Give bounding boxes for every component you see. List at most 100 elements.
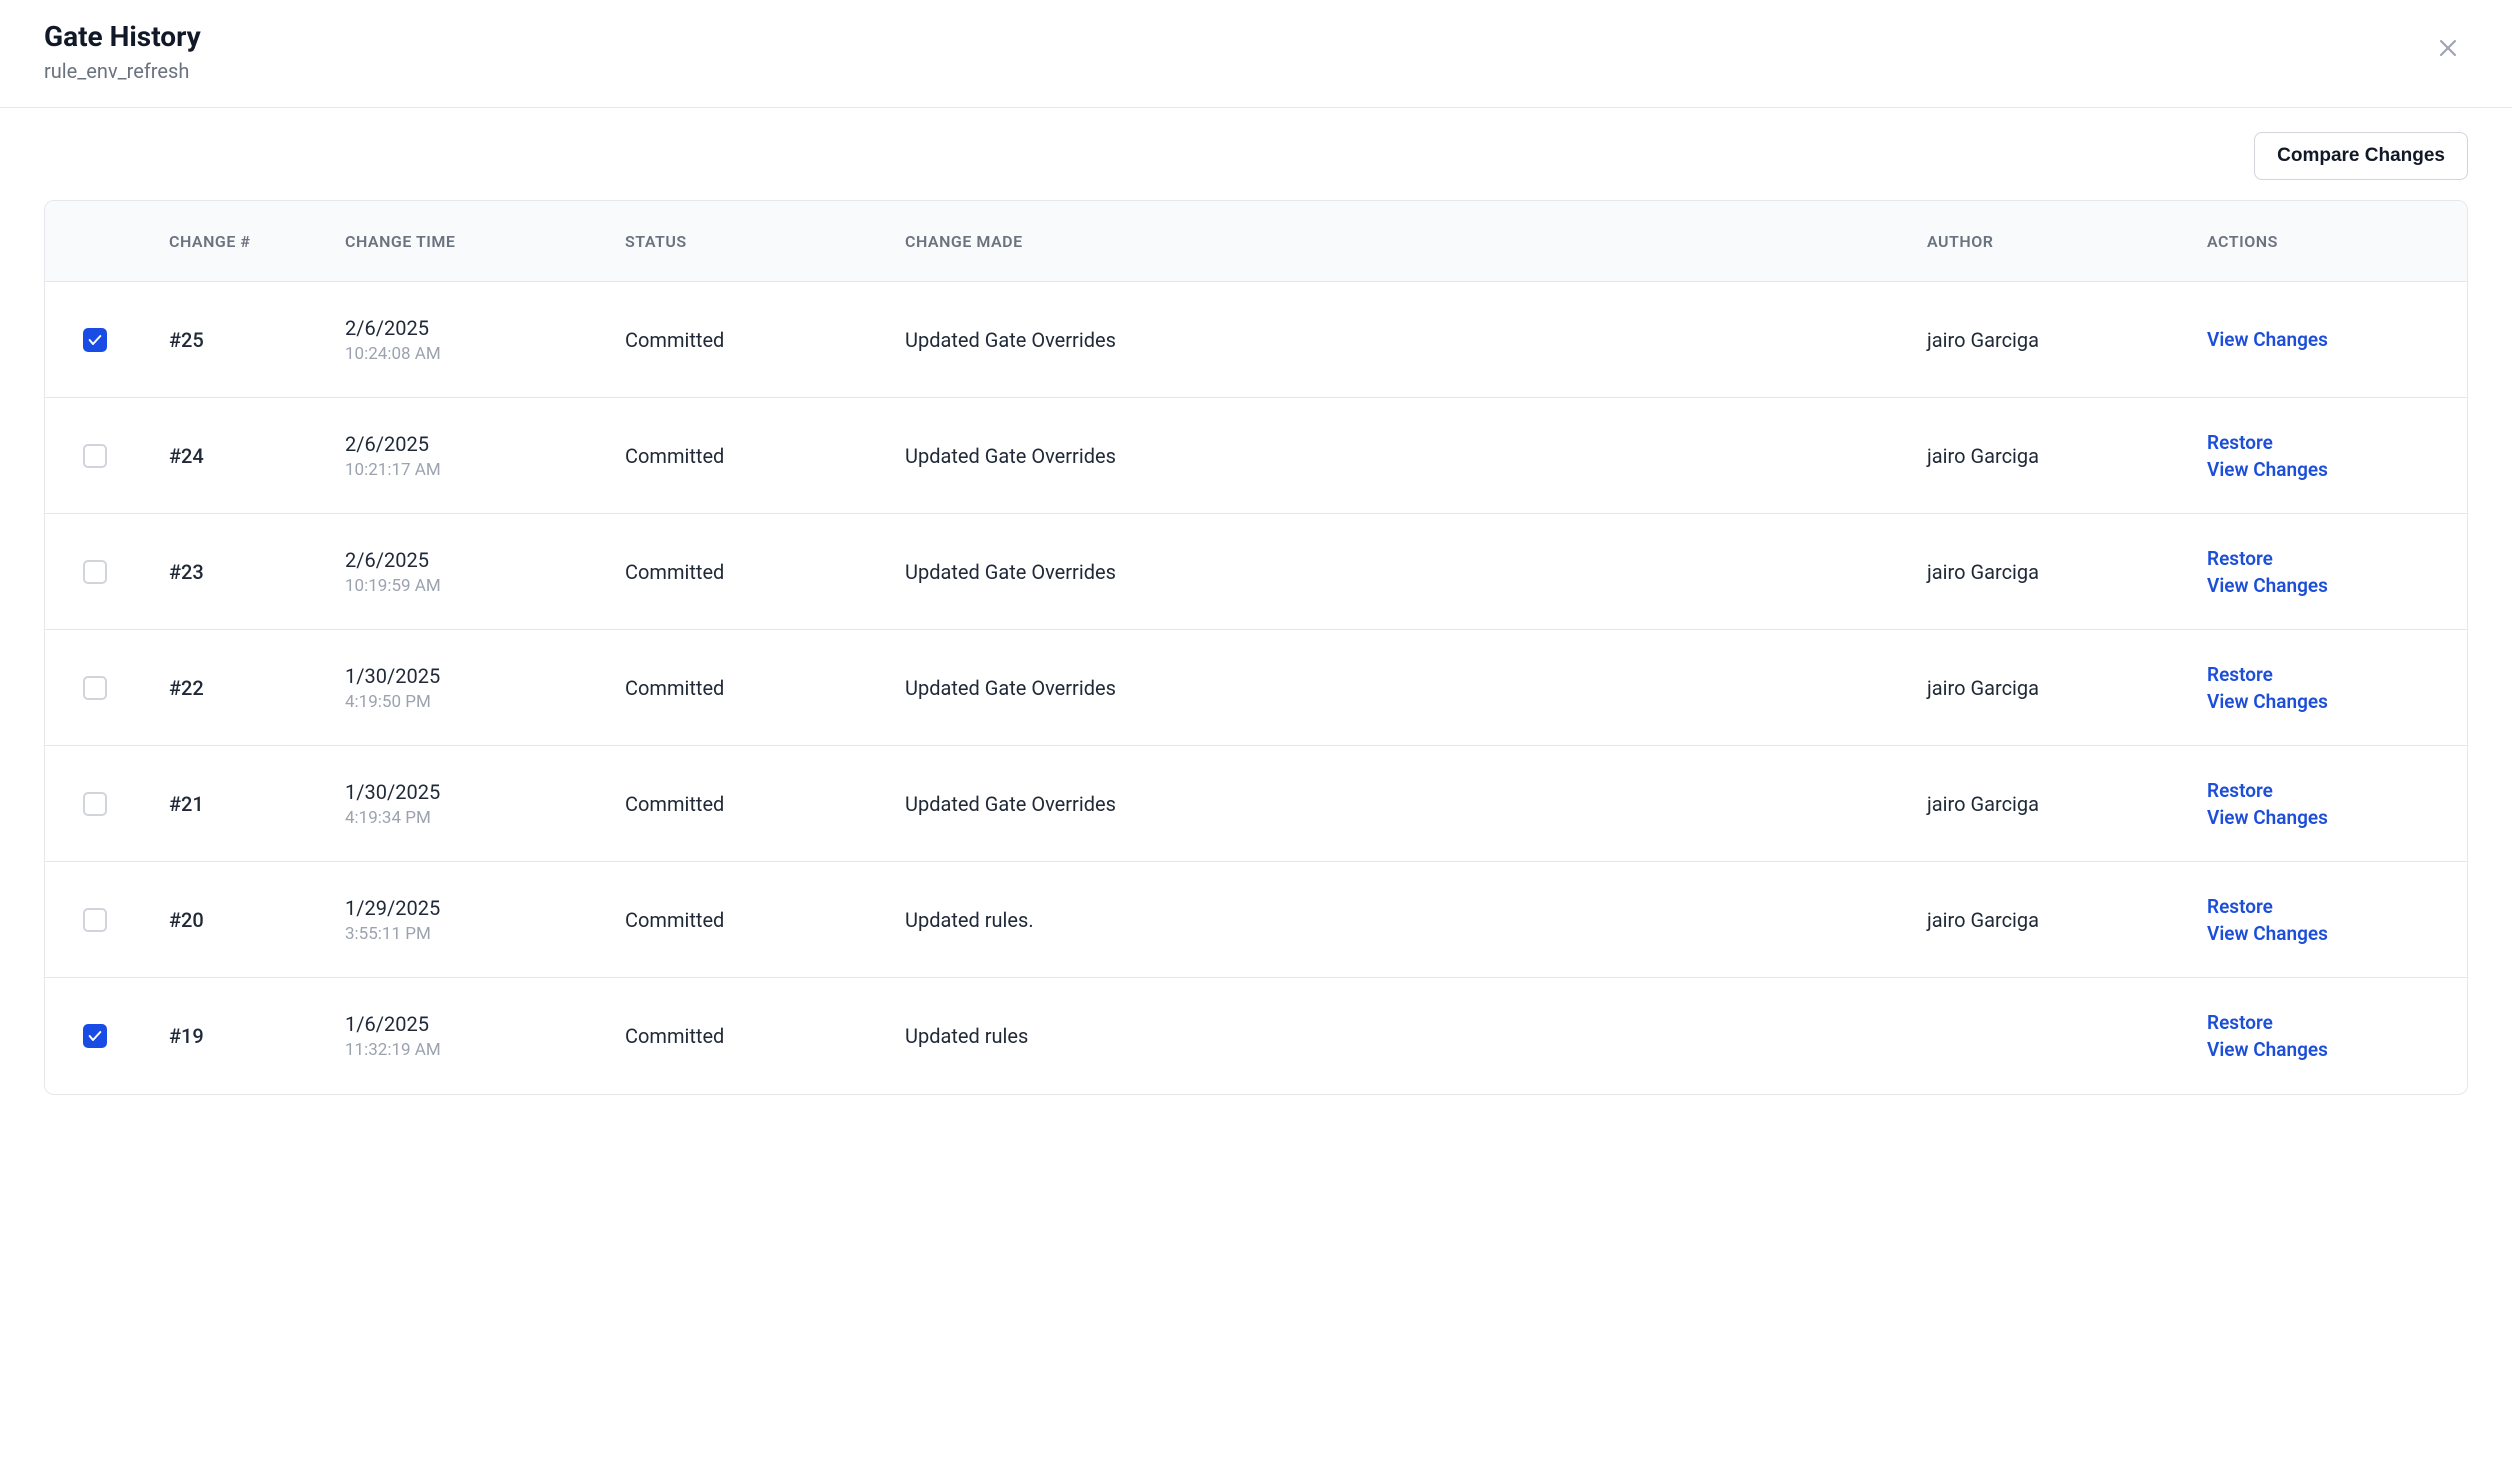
change-time: 3:55:11 PM <box>345 924 625 944</box>
view-changes-link[interactable]: View Changes <box>2207 806 2447 829</box>
page-subtitle: rule_env_refresh <box>44 59 201 83</box>
cell-checkbox <box>45 792 145 816</box>
cell-change-time: 2/6/2025 10:24:08 AM <box>345 316 625 364</box>
view-changes-link[interactable]: View Changes <box>2207 1038 2447 1061</box>
row-checkbox[interactable] <box>83 908 107 932</box>
row-checkbox[interactable] <box>83 444 107 468</box>
change-number: #19 <box>169 1024 204 1048</box>
table-header-row: CHANGE # CHANGE TIME STATUS CHANGE MADE … <box>45 201 2467 281</box>
row-checkbox[interactable] <box>83 328 107 352</box>
column-header-actions: ACTIONS <box>2207 212 2467 271</box>
cell-change-num: #23 <box>145 560 345 584</box>
cell-change-num: #25 <box>145 328 345 352</box>
cell-author: jairo Garciga <box>1927 908 2207 932</box>
header-titles: Gate History rule_env_refresh <box>44 20 201 83</box>
row-checkbox[interactable] <box>83 792 107 816</box>
cell-checkbox <box>45 676 145 700</box>
cell-change-made: Updated Gate Overrides <box>905 792 1927 816</box>
cell-status: Committed <box>625 444 905 468</box>
table-row: #221/30/20254:19:50 PMCommittedUpdated G… <box>45 630 2467 746</box>
cell-change-made: Updated Gate Overrides <box>905 328 1927 352</box>
cell-status: Committed <box>625 1024 905 1048</box>
cell-author: jairo Garciga <box>1927 328 2207 352</box>
change-time: 10:19:59 AM <box>345 576 625 596</box>
page-title: Gate History <box>44 20 201 53</box>
column-header-checkbox <box>45 221 145 261</box>
row-checkbox[interactable] <box>83 1024 107 1048</box>
view-changes-link[interactable]: View Changes <box>2207 574 2447 597</box>
cell-change-num: #22 <box>145 676 345 700</box>
change-time: 4:19:34 PM <box>345 808 625 828</box>
cell-change-time: 1/6/2025 11:32:19 AM <box>345 1012 625 1060</box>
cell-change-time: 1/29/2025 3:55:11 PM <box>345 896 625 944</box>
toolbar: Compare Changes <box>44 132 2468 180</box>
table-row: #20 1/29/2025 3:55:11 PMCommittedUpdated r… <box>45 862 2467 978</box>
restore-link[interactable]: Restore <box>2207 547 2447 570</box>
content-area: Compare Changes CHANGE # CHANGE TIME STA… <box>0 108 2512 1119</box>
view-changes-link[interactable]: View Changes <box>2207 922 2447 945</box>
cell-actions: Restore View Changes <box>2207 1011 2467 1061</box>
cell-author: jairo Garciga <box>1927 792 2207 816</box>
restore-link[interactable]: Restore <box>2207 663 2447 686</box>
table-body: #252/6/202510:24:08 AMCommittedUpdated G… <box>45 282 2467 1094</box>
cell-checkbox <box>45 328 145 352</box>
cell-author: jairo Garciga <box>1927 560 2207 584</box>
change-date: 1/29/2025 <box>345 896 625 920</box>
cell-status: Committed <box>625 792 905 816</box>
table-row: #25 2/6/2025 10:24:08 AMCommittedUpdated G… <box>45 282 2467 398</box>
cell-actions: Restore View Changes <box>2207 663 2467 713</box>
change-number: #23 <box>169 560 204 584</box>
restore-link[interactable]: Restore <box>2207 895 2447 918</box>
cell-status: Committed <box>625 560 905 584</box>
page-header: Gate History rule_env_refresh <box>0 0 2512 108</box>
close-icon <box>2436 36 2460 63</box>
change-number: #24 <box>169 444 204 468</box>
history-table: CHANGE # CHANGE TIME STATUS CHANGE MADE … <box>44 200 2468 1095</box>
cell-change-time: 1/30/2025 4:19:34 PM <box>345 780 625 828</box>
change-date: 2/6/2025 <box>345 316 625 340</box>
change-time: 10:24:08 AM <box>345 344 625 364</box>
cell-change-time: 2/6/2025 10:21:17 AM <box>345 432 625 480</box>
change-time: 10:21:17 AM <box>345 460 625 480</box>
change-time: 11:32:19 AM <box>345 1040 625 1060</box>
change-date: 2/6/2025 <box>345 432 625 456</box>
cell-change-num: #19 <box>145 1024 345 1048</box>
change-time: 4:19:50 PM <box>345 692 625 712</box>
cell-actions: Restore View Changes <box>2207 431 2467 481</box>
view-changes-link[interactable]: View Changes <box>2207 328 2447 351</box>
cell-change-made: Updated Gate Overrides <box>905 676 1927 700</box>
change-date: 1/6/2025 <box>345 1012 625 1036</box>
cell-change-num: #21 <box>145 792 345 816</box>
cell-change-time: 1/30/2025 4:19:50 PM <box>345 664 625 712</box>
column-header-author: AUTHOR <box>1927 212 2207 271</box>
change-date: 2/6/2025 <box>345 548 625 572</box>
view-changes-link[interactable]: View Changes <box>2207 690 2447 713</box>
cell-checkbox <box>45 908 145 932</box>
change-date: 1/30/2025 <box>345 780 625 804</box>
table-row: #191/6/202511:32:19 AMCommittedUpdated r… <box>45 978 2467 1094</box>
table-row: #232/6/202510:19:59 AMCommittedUpdated G… <box>45 514 2467 630</box>
change-number: #20 <box>169 908 204 932</box>
cell-actions: View Changes <box>2207 328 2467 351</box>
change-number: #25 <box>169 328 204 352</box>
change-date: 1/30/2025 <box>345 664 625 688</box>
close-button[interactable] <box>2428 28 2468 71</box>
change-number: #21 <box>169 792 204 816</box>
cell-change-num: #24 <box>145 444 345 468</box>
cell-change-made: Updated rules. <box>905 908 1927 932</box>
cell-author: jairo Garciga <box>1927 444 2207 468</box>
restore-link[interactable]: Restore <box>2207 1011 2447 1034</box>
restore-link[interactable]: Restore <box>2207 431 2447 454</box>
column-header-status: STATUS <box>625 212 905 271</box>
restore-link[interactable]: Restore <box>2207 779 2447 802</box>
row-checkbox[interactable] <box>83 676 107 700</box>
view-changes-link[interactable]: View Changes <box>2207 458 2447 481</box>
cell-change-made: Updated Gate Overrides <box>905 444 1927 468</box>
cell-status: Committed <box>625 328 905 352</box>
compare-changes-button[interactable]: Compare Changes <box>2254 132 2468 180</box>
cell-change-num: #20 <box>145 908 345 932</box>
cell-checkbox <box>45 444 145 468</box>
cell-status: Committed <box>625 908 905 932</box>
table-row: #21 1/30/2025 4:19:34 PMCommittedUpdated G… <box>45 746 2467 862</box>
row-checkbox[interactable] <box>83 560 107 584</box>
